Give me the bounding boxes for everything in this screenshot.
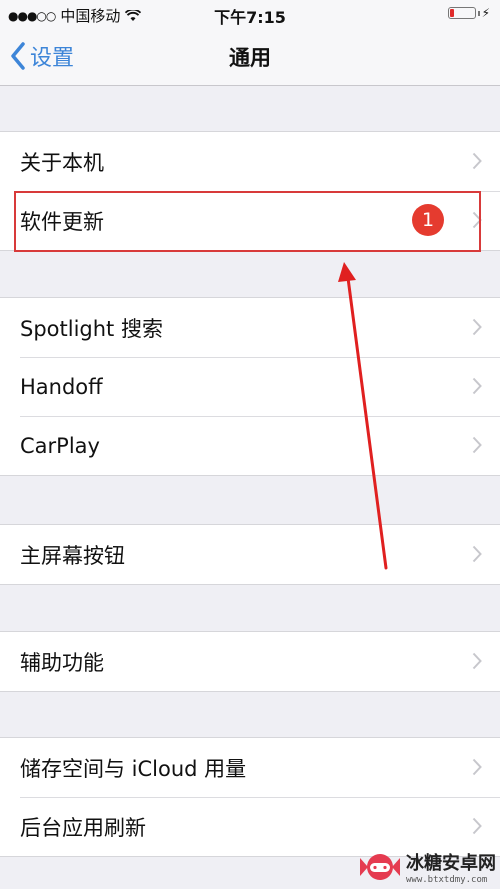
annotation-arrow-icon bbox=[338, 262, 388, 570]
gamepad-logo-icon bbox=[360, 854, 400, 880]
watermark-url: www.btxtdmy.com bbox=[406, 875, 488, 885]
watermark-title: 冰糖安卓网 bbox=[406, 853, 496, 874]
watermark: 冰糖安卓网 www.btxtdmy.com bbox=[358, 849, 496, 885]
